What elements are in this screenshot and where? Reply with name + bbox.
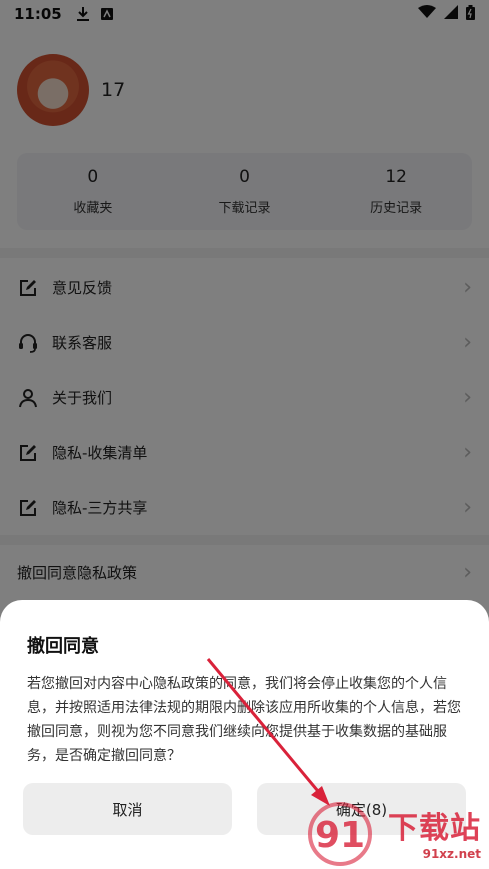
cancel-button[interactable]: 取消 — [23, 783, 232, 835]
dialog-title: 撤回同意 — [27, 636, 99, 657]
site-watermark: 91 下载站 91xz.net — [307, 799, 487, 869]
watermark-logo-icon: 91 — [308, 802, 372, 866]
watermark-url: 91xz.net — [422, 847, 481, 861]
svg-text:91: 91 — [315, 815, 365, 856]
dialog-message: 若您撤回对内容中心隐私政策的同意，我们将会停止收集您的个人信息，并按照适用法律法… — [27, 676, 461, 764]
watermark-brand: 下载站 — [388, 811, 481, 846]
